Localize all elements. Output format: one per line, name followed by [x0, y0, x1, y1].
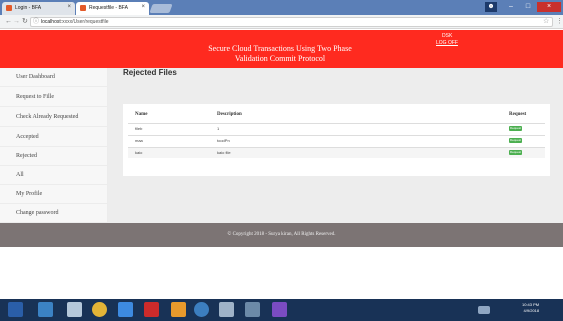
table-row [128, 123, 545, 134]
browser-tab-login[interactable]: Login - BFA × [2, 2, 75, 15]
clock-date: 4/9/2018 [523, 308, 540, 313]
page-title: Rejected Files [123, 68, 177, 77]
internet-explorer-icon[interactable] [118, 302, 133, 317]
sidebar-item-accepted[interactable]: Accepted [0, 128, 108, 147]
sidebar-item-check-already-requested[interactable]: Check Already Requested [0, 108, 108, 127]
browser-menu-icon[interactable]: ⋮ [556, 16, 563, 27]
file-description-cell: kaio file [217, 150, 231, 155]
desktop-icon[interactable] [67, 302, 82, 317]
browser-taskbar-icon[interactable] [194, 302, 209, 317]
site-title-line2: Validation Commit Protocol [234, 54, 326, 63]
file-description-cell: 1 [217, 126, 220, 131]
sidebar-item-all[interactable]: All [0, 166, 108, 185]
logout-link[interactable]: LOG OFF [436, 40, 458, 46]
browser-profile-icon[interactable]: ☻ [485, 2, 497, 12]
table-row [128, 135, 545, 146]
info-icon[interactable]: ⓘ [33, 17, 39, 27]
column-header-request: Request [509, 112, 527, 117]
sidebar-item-request-to-file[interactable]: Request to Fille [0, 88, 108, 107]
bookmark-star-icon[interactable]: ☆ [543, 16, 549, 27]
url-path: :xxxx/User/requestfile [60, 19, 109, 25]
maximize-icon[interactable]: □ [520, 2, 536, 12]
file-description-cell: toodPn [217, 138, 230, 143]
sidebar-item-change-password[interactable]: Change password [0, 204, 108, 223]
request-button[interactable]: Request [509, 126, 522, 131]
keyboard-icon[interactable] [478, 306, 490, 314]
url-text[interactable]: localhost:xxxx/User/requestfile [41, 17, 109, 27]
close-tab-icon[interactable]: × [67, 4, 71, 10]
forward-arrow-icon[interactable]: → [13, 16, 20, 27]
new-tab-button[interactable] [149, 4, 173, 13]
copyright-text: © Copyright 2018 - Surya kiran, All Righ… [227, 232, 336, 237]
acrobat-icon[interactable] [144, 302, 159, 317]
sidebar-item-user-dashboard[interactable]: User Dashboard [0, 68, 108, 87]
site-title-line1: Secure Cloud Transactions Using Two Phas… [208, 44, 352, 53]
tab-label: Requestfile - BFA [89, 5, 128, 11]
user-name: DSK [442, 33, 453, 39]
page-favicon-icon [6, 5, 12, 11]
request-button[interactable]: Request [509, 138, 522, 143]
chrome-icon[interactable] [92, 302, 107, 317]
reload-icon[interactable]: ↻ [22, 16, 28, 27]
file-name-cell: kaio [135, 150, 143, 155]
request-button[interactable]: Request [509, 150, 522, 155]
sidebar-item-my-profile[interactable]: My Profile [0, 185, 108, 204]
notepad-icon[interactable] [219, 302, 234, 317]
visual-studio-icon[interactable] [272, 302, 287, 317]
table-row [128, 147, 545, 158]
explorer-icon[interactable] [38, 302, 53, 317]
tab-label: Login - BFA [15, 5, 42, 11]
close-window-icon[interactable]: × [537, 2, 561, 12]
column-header-description: Description [217, 112, 242, 117]
start-icon[interactable] [8, 302, 23, 317]
column-header-name: Name [135, 112, 148, 117]
minimize-icon[interactable]: – [503, 2, 519, 12]
system-clock[interactable]: 10:43 PM 4/9/2018 [522, 302, 539, 314]
browser-tab-requestfile[interactable]: Requestfile - BFA × [76, 2, 149, 15]
back-arrow-icon[interactable]: ← [5, 16, 12, 27]
url-host: localhost [41, 19, 61, 25]
page-favicon-icon [80, 5, 86, 11]
paint-icon[interactable] [171, 302, 186, 317]
sidebar-item-rejected[interactable]: Rejected [0, 147, 108, 166]
close-tab-icon[interactable]: × [141, 4, 145, 10]
file-name-cell: fileb [135, 126, 143, 131]
site-title: Secure Cloud Transactions Using Two Phas… [150, 44, 410, 64]
file-name-cell: maa [135, 138, 143, 143]
tool-icon[interactable] [245, 302, 260, 317]
